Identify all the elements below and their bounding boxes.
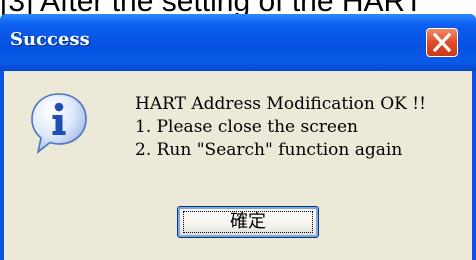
message-text: HART Address Modification OK !! 1. Pleas… xyxy=(135,93,426,162)
message-line-3: 2. Run "Search" function again xyxy=(135,140,403,160)
dialog-title: Success xyxy=(10,29,90,50)
dialog-body: HART Address Modification OK !! 1. Pleas… xyxy=(4,71,472,260)
close-button[interactable] xyxy=(426,28,458,57)
screenshot: [3] After the setting of the HART Succes… xyxy=(0,0,476,260)
message-line-2: 1. Please close the screen xyxy=(135,117,358,137)
info-icon xyxy=(31,93,87,155)
message-line-1: HART Address Modification OK !! xyxy=(135,94,426,114)
close-icon xyxy=(432,32,452,53)
ok-button[interactable]: 確定 xyxy=(177,206,319,238)
success-dialog: Success HART Address Modification OK !! … xyxy=(0,14,476,260)
title-bar[interactable]: Success xyxy=(0,14,476,71)
focus-rectangle xyxy=(183,211,313,233)
